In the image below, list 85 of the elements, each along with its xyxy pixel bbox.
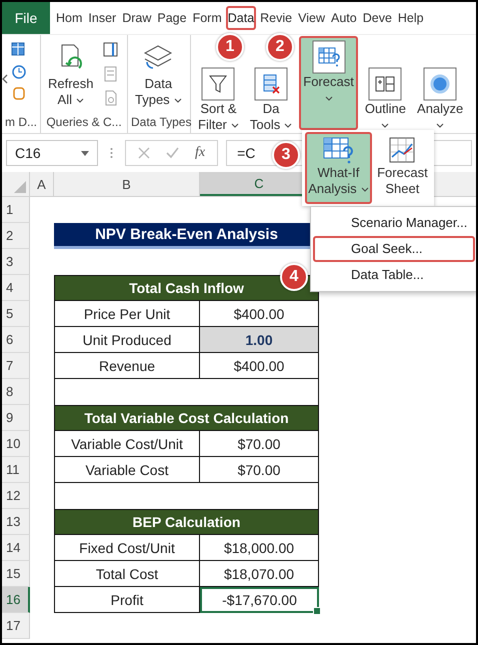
ribbon-button[interactable]: Da Tools: [246, 63, 296, 137]
row-header[interactable]: 11: [2, 457, 30, 483]
row-header[interactable]: 17: [2, 613, 30, 639]
more-icon: [110, 147, 113, 159]
cancel-icon[interactable]: [138, 147, 150, 159]
table-icon[interactable]: [102, 41, 120, 59]
menu-item[interactable]: Data Table...: [313, 262, 475, 288]
row-header[interactable]: 15: [2, 561, 30, 587]
table-cell: 1.00: [200, 327, 319, 353]
insert-function-button[interactable]: fx: [195, 145, 206, 161]
ribbon-tab[interactable]: Revie: [258, 6, 294, 30]
row-header[interactable]: 1: [2, 197, 30, 223]
table-cell: Total Cost: [54, 561, 200, 587]
clock-icon[interactable]: [10, 63, 28, 79]
caret-icon: [174, 98, 182, 102]
ribbon-tab[interactable]: Draw: [120, 6, 154, 30]
row-header[interactable]: 6: [2, 327, 30, 353]
scroll-left-icon[interactable]: [2, 74, 8, 84]
table-cell: -$17,670.00: [200, 587, 319, 613]
column-header[interactable]: A: [30, 172, 54, 196]
ribbon-tab[interactable]: Deve: [360, 6, 394, 30]
ribbon-button[interactable]: Analyze: [413, 63, 468, 132]
table-cell: Price Per Unit: [54, 301, 200, 327]
caret-icon: [284, 122, 292, 128]
funnel-icon: [201, 67, 236, 101]
select-all-icon[interactable]: [14, 181, 26, 193]
table-cell: $70.00: [200, 457, 319, 483]
table-cell: Profit: [54, 587, 200, 613]
caret-icon: [324, 96, 333, 101]
row-header[interactable]: 16: [2, 587, 30, 613]
table-cell: Revenue: [54, 353, 200, 379]
ribbon-tab[interactable]: Help: [396, 6, 426, 30]
table-question-icon: [321, 135, 356, 165]
row-header[interactable]: 3: [2, 249, 30, 275]
caret-icon: [230, 122, 239, 128]
name-box[interactable]: C16: [6, 140, 98, 166]
row-header[interactable]: 4: [2, 275, 30, 301]
check-icon[interactable]: [166, 147, 179, 159]
caret-icon: [360, 186, 369, 192]
row-header[interactable]: 10: [2, 431, 30, 457]
menu-item[interactable]: Goal Seek...: [313, 236, 475, 262]
caret-icon: [76, 98, 84, 102]
ribbon-button[interactable]: Outline: [360, 63, 410, 132]
row-header[interactable]: 9: [2, 405, 30, 431]
ribbon-tab[interactable]: Form: [190, 6, 224, 30]
row-header[interactable]: 5: [2, 301, 30, 327]
row-header[interactable]: 8: [2, 379, 30, 405]
table-cell: Variable Cost: [54, 457, 200, 483]
step-badge: 3: [272, 141, 300, 169]
section-header: Total Variable Cost Calculation: [54, 405, 319, 431]
table-cell: Variable Cost/Unit: [54, 431, 200, 457]
caret-icon: [381, 123, 390, 128]
step-badge: 4: [280, 263, 308, 291]
refresh-all-button[interactable]: Refresh All: [44, 38, 98, 112]
table-cell: $18,070.00: [200, 561, 319, 587]
section-header: BEP Calculation: [54, 509, 319, 535]
table-question-icon: [312, 40, 346, 74]
file-tab[interactable]: File: [2, 2, 50, 34]
ribbon-tab[interactable]: Page: [155, 6, 189, 30]
step-badge: 1: [216, 33, 244, 61]
row-header[interactable]: 14: [2, 535, 30, 561]
outline-icon: [368, 67, 402, 101]
caret-icon: [436, 123, 444, 128]
ribbon-button[interactable]: Data Types: [131, 38, 186, 112]
table-delete-icon: [254, 67, 288, 101]
ribbon-tab[interactable]: View: [296, 6, 327, 30]
forecast-sheet-button[interactable]: Forecast Sheet: [374, 132, 431, 204]
step-badge: 2: [266, 33, 294, 61]
group-label: Queries & C...: [45, 115, 123, 131]
group-label: m D...: [4, 115, 38, 131]
table-cell: $400.00: [200, 353, 319, 379]
what-if-analysis-button[interactable]: What-If Analysis: [305, 132, 372, 204]
table-cell: Fixed Cost/Unit: [54, 535, 200, 561]
row-header[interactable]: 2: [2, 223, 30, 249]
table-cell: $18,000.00: [200, 535, 319, 561]
ribbon-tab[interactable]: Auto: [329, 6, 359, 30]
dropdown-arrow-icon: [81, 150, 89, 156]
row-header[interactable]: 7: [2, 353, 30, 379]
row-header[interactable]: 12: [2, 483, 30, 509]
ribbon-tab[interactable]: Hom: [54, 6, 84, 30]
table-cell: $70.00: [200, 431, 319, 457]
row-header[interactable]: 13: [2, 509, 30, 535]
ribbon-tab[interactable]: Inser: [86, 6, 118, 30]
ribbon-button[interactable]: Sort & Filter: [194, 63, 243, 137]
ribbon-button[interactable]: Forecast: [299, 36, 358, 130]
